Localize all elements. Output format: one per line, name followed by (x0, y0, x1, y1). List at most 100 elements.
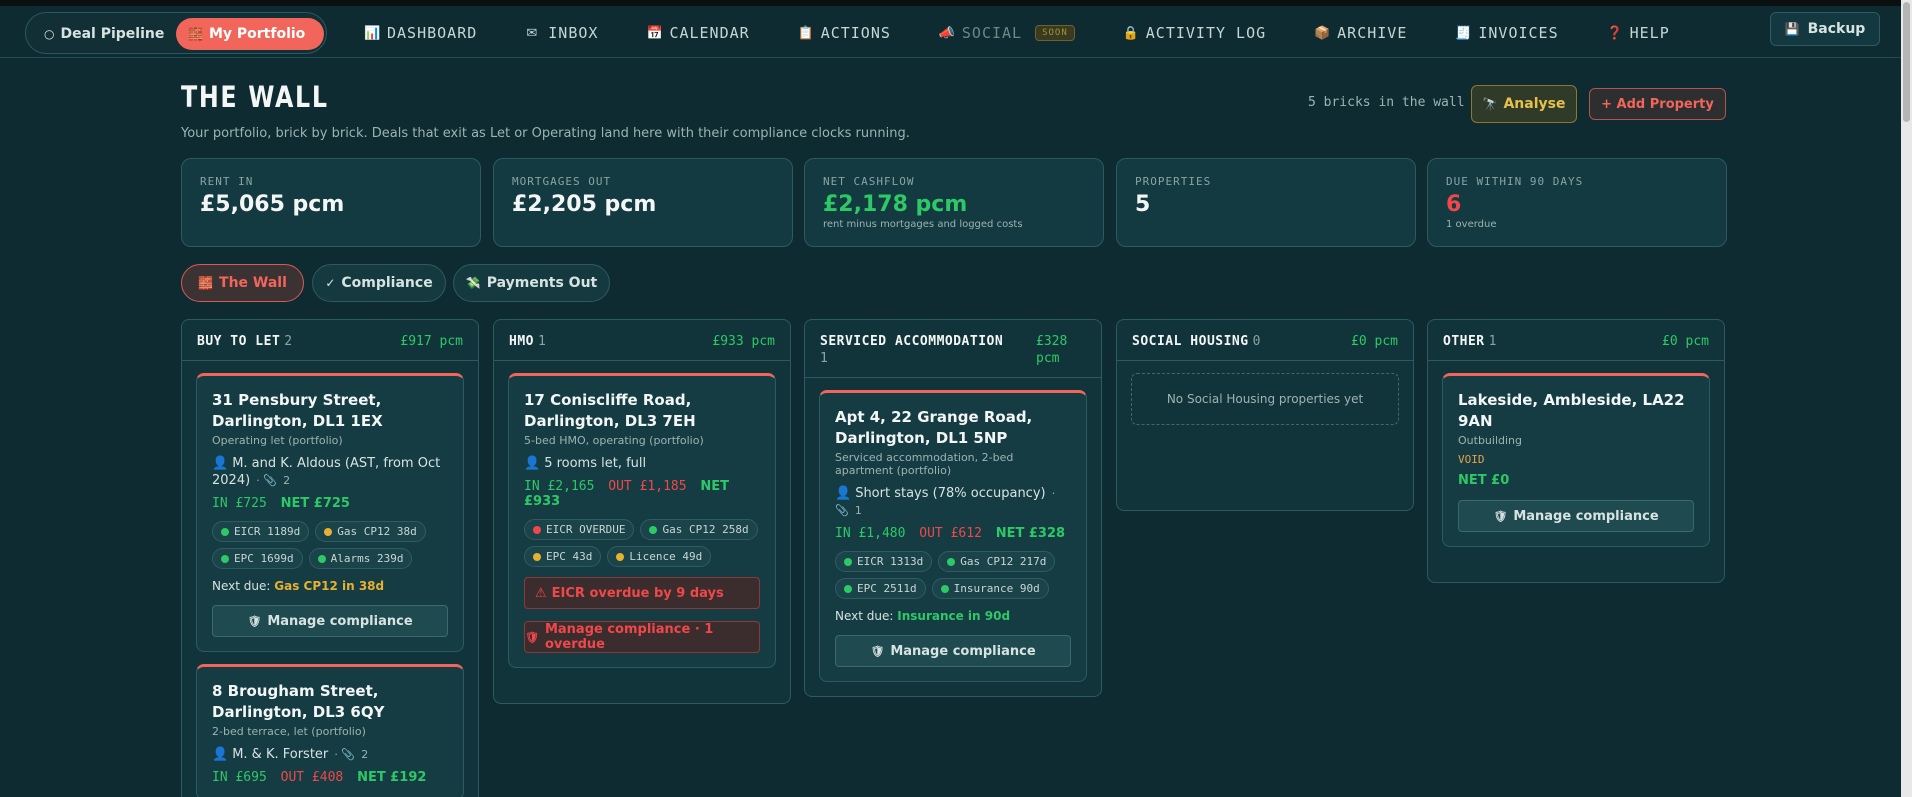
nav-actions-label: ACTIONS (820, 24, 891, 42)
compliance-chip: Gas CP12 217d (938, 551, 1056, 572)
backup-label: Backup (1807, 21, 1866, 37)
property-card[interactable]: 31 Pensbury Street, Darlington, DL1 1EX … (196, 373, 464, 652)
stat-value: £2,205 pcm (512, 192, 657, 217)
column-header: SERVICED ACCOMMODATION 1 £328 pcm (805, 320, 1101, 378)
column-total: £0 pcm (1662, 334, 1709, 349)
receipt-icon: 🧾 (1455, 25, 1473, 41)
status-dot-icon (221, 554, 229, 563)
column-count: 1 (820, 351, 829, 366)
mortgage-out: OUT £612 (919, 526, 982, 541)
doc-count: 2 (283, 474, 291, 487)
column-header: HMO 1 £933 pcm (494, 320, 790, 361)
chip-label: Alarms 239d (330, 552, 404, 565)
nav-inbox[interactable]: ✉ INBOX (525, 24, 598, 42)
chip-label: EPC 2511d (857, 582, 917, 595)
stat-rent-in: RENT IN £5,065 pcm (181, 158, 481, 247)
column-total: £917 pcm (400, 334, 463, 349)
floppy-icon: 💾 (1784, 22, 1800, 36)
nav-social-label: SOCIAL (961, 24, 1023, 42)
tab-the-wall-label: The Wall (219, 275, 287, 291)
scrollbar[interactable] (1901, 0, 1912, 797)
column-title: OTHER 1 (1443, 333, 1497, 350)
next-due: Next due: Insurance in 90d (835, 609, 1071, 623)
manage-compliance-button[interactable]: 🛡 Manage compliance · 1 overdue (524, 621, 760, 653)
tenant-line: 👤 M. and K. Aldous (AST, from Oct 2024) ·… (212, 455, 448, 489)
chip-label: EICR 1189d (234, 525, 301, 538)
column-count: 2 (284, 334, 293, 349)
property-card[interactable]: Apt 4, 22 Grange Road, Darlington, DL1 5… (819, 390, 1087, 682)
property-address: 17 Coniscliffe Road, Darlington, DL3 7EH (524, 391, 696, 430)
warning-icon: ⚠ (535, 585, 547, 601)
column-title-text: HMO (509, 334, 534, 349)
deal-pipeline-button[interactable]: ○ Deal Pipeline (32, 18, 176, 50)
compliance-chip: Alarms 239d (308, 548, 413, 569)
column-body: 31 Pensbury Street, Darlington, DL1 1EX … (182, 361, 478, 797)
person-icon: 👤 (212, 747, 229, 762)
column-total: £933 pcm (712, 334, 775, 349)
column-title: HMO 1 (509, 333, 546, 350)
tenant-name: M. and K. Aldous (AST, from Oct 2024) (212, 456, 441, 488)
property-address: Apt 4, 22 Grange Road, Darlington, DL1 5… (835, 408, 1033, 447)
empty-state: No Social Housing properties yet (1131, 373, 1399, 425)
column-header: SOCIAL HOUSING 0 £0 pcm (1117, 320, 1413, 361)
my-portfolio-button[interactable]: 🧱 My Portfolio (176, 18, 324, 50)
stat-value: £5,065 pcm (200, 192, 345, 217)
backup-button[interactable]: 💾 Backup (1770, 12, 1880, 46)
money-line: IN £1,480 OUT £612 NET £328 (835, 526, 1071, 541)
brick-count: 5 bricks in the wall (1308, 95, 1465, 110)
manage-compliance-label: Manage compliance (1513, 508, 1659, 524)
money-line: NET £0 (1458, 473, 1694, 488)
person-icon: 👤 (212, 456, 229, 471)
column-body: Lakeside, Ambleside, LA22 9AN Outbuildin… (1428, 361, 1724, 573)
property-card[interactable]: 8 Brougham Street, Darlington, DL3 6QY 2… (196, 664, 464, 797)
status-dot-icon (940, 584, 949, 593)
compliance-chip: EICR 1189d (212, 521, 310, 542)
property-card[interactable]: Lakeside, Ambleside, LA22 9AN Outbuildin… (1442, 373, 1710, 547)
manage-compliance-button[interactable]: 🛡 Manage compliance (212, 605, 448, 637)
nav-invoices[interactable]: 🧾 INVOICES (1455, 24, 1558, 42)
compliance-chip: Licence 49d (607, 546, 712, 567)
lock-icon: 🔒 (1122, 25, 1140, 41)
nav-help-label: HELP (1629, 24, 1670, 42)
stat-value: £2,178 pcm (823, 192, 968, 217)
tab-payments-out[interactable]: 💸 Payments Out (453, 264, 610, 302)
binoculars-icon: 🔭 (1482, 97, 1498, 111)
column-header: OTHER 1 £0 pcm (1428, 320, 1724, 361)
manage-compliance-button[interactable]: 🛡 Manage compliance (1458, 500, 1694, 532)
nav-dashboard-label: DASHBOARD (387, 24, 478, 42)
nav-archive[interactable]: 📦 ARCHIVE (1314, 24, 1407, 42)
property-description: 5-bed HMO, operating (portfolio) (524, 434, 704, 447)
column-buy-to-let: BUY TO LET 2 £917 pcm 31 Pensbury Street,… (181, 319, 479, 797)
property-address: Lakeside, Ambleside, LA22 9AN (1458, 391, 1685, 430)
tab-compliance-label: Compliance (341, 275, 433, 291)
compliance-chip: EICR OVERDUE (524, 519, 635, 540)
analyse-button[interactable]: 🔭 Analyse (1471, 85, 1577, 123)
compliance-chip: EICR 1313d (835, 551, 933, 572)
nav-actions[interactable]: 📋 ACTIONS (798, 24, 891, 42)
manage-compliance-button[interactable]: 🛡 Manage compliance (835, 635, 1071, 667)
nav-help[interactable]: ❓ HELP (1607, 24, 1670, 42)
page-subtitle: Your portfolio, brick by brick. Deals th… (181, 126, 910, 141)
tab-compliance[interactable]: ✓ Compliance (312, 264, 446, 302)
deal-pipeline-label: Deal Pipeline (60, 26, 165, 42)
column-body: Apt 4, 22 Grange Road, Darlington, DL1 5… (805, 378, 1101, 708)
nav-activity-log[interactable]: 🔒 ACTIVITY LOG (1123, 24, 1266, 42)
top-nav: ○ Deal Pipeline 🧱 My Portfolio 📊 DASHBOA… (0, 6, 1901, 58)
person-icon: 👤 (835, 486, 852, 501)
nav-archive-label: ARCHIVE (1337, 24, 1408, 42)
stat-label: MORTGAGES OUT (512, 175, 612, 188)
property-card[interactable]: 17 Coniscliffe Road, Darlington, DL3 7EH… (508, 373, 776, 668)
nav-dashboard[interactable]: 📊 DASHBOARD (364, 24, 477, 42)
nav-calendar-label: CALENDAR (669, 24, 750, 42)
add-property-button[interactable]: + Add Property (1589, 88, 1726, 120)
check-icon: ✓ (325, 276, 336, 290)
tab-the-wall[interactable]: 🧱 The Wall (181, 264, 304, 302)
column-title: BUY TO LET 2 (197, 333, 293, 350)
nav-calendar[interactable]: 📅 CALENDAR (646, 24, 749, 42)
nav-social[interactable]: 📣 SOCIAL SOON (939, 24, 1075, 42)
page-title: THE WALL (181, 80, 329, 114)
column-social-housing: SOCIAL HOUSING 0 £0 pcm No Social Housing… (1116, 319, 1414, 511)
scrollbar-thumb[interactable] (1903, 2, 1910, 122)
column-total: £0 pcm (1351, 334, 1398, 349)
nav-links: 📊 DASHBOARD ✉ INBOX 📅 CALENDAR 📋 ACTIONS… (364, 20, 1718, 46)
